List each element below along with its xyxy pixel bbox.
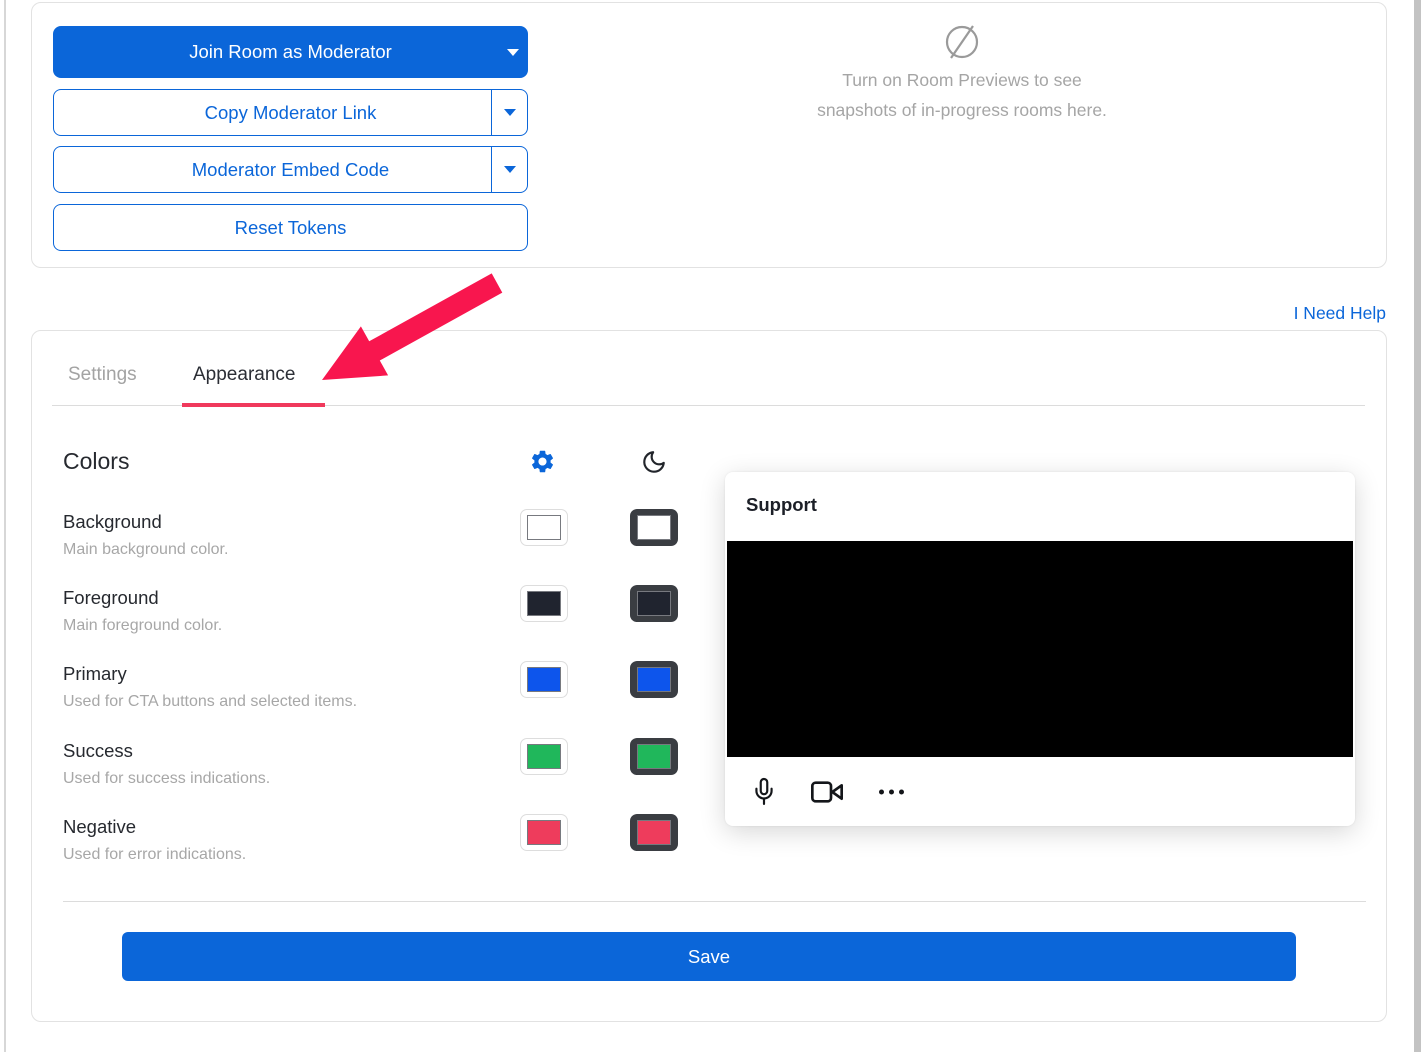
room-preview-panel: Support Leave bbox=[725, 472, 1355, 826]
tab-settings[interactable]: Settings bbox=[68, 364, 137, 386]
room-previews-hint-line1: Turn on Room Previews to see bbox=[842, 65, 1082, 95]
moon-icon[interactable] bbox=[641, 449, 667, 475]
active-tab-underline bbox=[182, 403, 325, 407]
color-row-success: Success Used for success indications. bbox=[63, 738, 270, 792]
room-previews-hint-line2: snapshots of in-progress rooms here. bbox=[817, 95, 1107, 125]
color-row-background: Background Main background color. bbox=[63, 509, 228, 563]
color-row-title: Negative bbox=[63, 814, 246, 840]
save-section-divider bbox=[63, 901, 1366, 902]
ellipsis-icon[interactable] bbox=[879, 789, 904, 794]
color-row-title: Foreground bbox=[63, 585, 222, 611]
caret-down-icon bbox=[507, 49, 519, 56]
moderator-embed-code-label: Moderator Embed Code bbox=[192, 159, 389, 181]
copy-link-dropdown-toggle[interactable] bbox=[491, 90, 527, 135]
color-row-negative: Negative Used for error indications. bbox=[63, 814, 246, 868]
room-settings-page: Join Room as Moderator Copy Moderator Li… bbox=[0, 0, 1421, 1052]
swatch-color bbox=[527, 820, 561, 845]
color-row-foreground: Foreground Main foreground color. bbox=[63, 585, 222, 639]
swatch-color bbox=[637, 820, 671, 845]
color-row-primary: Primary Used for CTA buttons and selecte… bbox=[63, 661, 357, 715]
save-button[interactable]: Save bbox=[122, 932, 1296, 981]
swatch-color bbox=[637, 591, 671, 616]
primary-light-swatch[interactable] bbox=[520, 661, 568, 698]
swatch-color bbox=[527, 591, 561, 616]
reset-tokens-button[interactable]: Reset Tokens bbox=[53, 204, 528, 251]
join-room-as-moderator-button[interactable]: Join Room as Moderator bbox=[53, 26, 528, 78]
swatch-color bbox=[527, 667, 561, 692]
background-light-swatch[interactable] bbox=[520, 509, 568, 546]
colors-heading: Colors bbox=[63, 448, 129, 475]
swatch-color bbox=[637, 667, 671, 692]
embed-code-dropdown-toggle[interactable] bbox=[491, 147, 527, 192]
caret-down-icon bbox=[504, 109, 516, 116]
primary-dark-swatch[interactable] bbox=[630, 661, 678, 698]
color-row-title: Background bbox=[63, 509, 228, 535]
color-row-title: Success bbox=[63, 738, 270, 764]
content-left-divider bbox=[4, 0, 6, 1052]
negative-dark-swatch[interactable] bbox=[630, 814, 678, 851]
caret-down-icon bbox=[504, 166, 516, 173]
video-feed bbox=[727, 541, 1353, 757]
color-row-description: Main background color. bbox=[63, 537, 228, 563]
copy-moderator-link-label: Copy Moderator Link bbox=[205, 102, 377, 124]
color-row-title: Primary bbox=[63, 661, 357, 687]
room-previews-empty-state: Turn on Room Previews to see snapshots o… bbox=[732, 19, 1192, 125]
slashed-circle-icon bbox=[939, 19, 985, 65]
swatch-color bbox=[637, 515, 671, 540]
i-need-help-link[interactable]: I Need Help bbox=[1294, 303, 1386, 324]
reset-tokens-label: Reset Tokens bbox=[235, 217, 347, 239]
tab-appearance[interactable]: Appearance bbox=[193, 364, 295, 386]
color-row-description: Used for success indications. bbox=[63, 766, 270, 792]
microphone-icon[interactable] bbox=[751, 777, 777, 807]
success-light-swatch[interactable] bbox=[520, 738, 568, 775]
moderator-embed-code-button[interactable]: Moderator Embed Code bbox=[53, 146, 528, 193]
moderator-actions-card: Join Room as Moderator Copy Moderator Li… bbox=[31, 2, 1387, 268]
join-room-as-moderator-label: Join Room as Moderator bbox=[189, 41, 392, 63]
foreground-dark-swatch[interactable] bbox=[630, 585, 678, 622]
color-row-description: Main foreground color. bbox=[63, 613, 222, 639]
copy-moderator-link-button[interactable]: Copy Moderator Link bbox=[53, 89, 528, 136]
swatch-color bbox=[527, 744, 561, 769]
join-room-dropdown-toggle[interactable] bbox=[498, 26, 528, 78]
success-dark-swatch[interactable] bbox=[630, 738, 678, 775]
gear-icon[interactable] bbox=[529, 448, 556, 475]
swatch-color bbox=[637, 744, 671, 769]
foreground-light-swatch[interactable] bbox=[520, 585, 568, 622]
color-row-description: Used for error indications. bbox=[63, 842, 246, 868]
background-dark-swatch[interactable] bbox=[630, 509, 678, 546]
video-camera-icon[interactable] bbox=[811, 779, 843, 805]
vertical-scrollbar[interactable] bbox=[1414, 0, 1421, 1052]
negative-light-swatch[interactable] bbox=[520, 814, 568, 851]
call-toolbar: Leave bbox=[725, 757, 1355, 826]
color-row-description: Used for CTA buttons and selected items. bbox=[63, 689, 357, 715]
swatch-color bbox=[527, 515, 561, 540]
room-preview-title: Support bbox=[746, 494, 817, 516]
